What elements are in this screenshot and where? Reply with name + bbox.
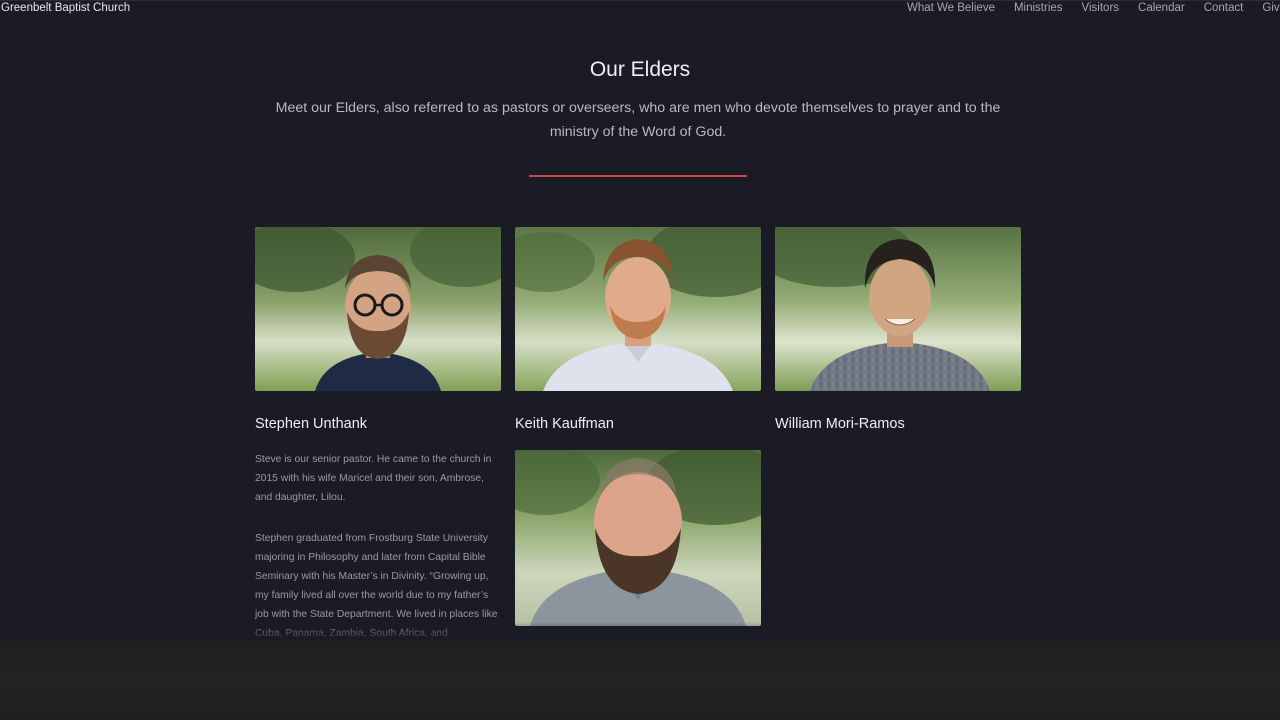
bearded-man-glasses-photo — [255, 227, 501, 391]
nav-calendar[interactable]: Calendar — [1138, 2, 1185, 14]
elder-name-keith: Keith Kauffman — [515, 416, 614, 432]
site-brand-link[interactable]: Greenbelt Baptist Church — [1, 2, 130, 14]
nav-visitors[interactable]: Visitors — [1082, 2, 1120, 14]
elder-photo-stephen — [255, 227, 501, 391]
dark-haired-man-photo — [775, 227, 1021, 391]
nav-contact[interactable]: Contact — [1204, 2, 1244, 14]
elder-bio-paragraph-1: Steve is our senior pastor. He came to t… — [255, 454, 492, 503]
footer-fade — [0, 622, 1280, 640]
footer-band — [0, 640, 1280, 720]
elder-photo-keith — [515, 227, 761, 391]
nav-give[interactable]: Give — [1262, 2, 1280, 14]
red-haired-man-photo — [515, 227, 761, 391]
page-title: Our Elders — [589, 58, 691, 81]
section-divider — [529, 175, 747, 177]
elder-photo-william — [775, 227, 1021, 391]
page-subtitle: Meet our Elders, also referred to as pas… — [275, 100, 1001, 140]
nav-ministries[interactable]: Ministries — [1014, 2, 1063, 14]
top-nav-bar: Greenbelt Baptist Church What We Believe… — [0, 0, 1280, 18]
main-nav: What We Believe Ministries Visitors Cale… — [907, 2, 1280, 14]
elder-name-william: William Mori-Ramos — [775, 416, 905, 432]
elder-name-stephen: Stephen Unthank — [255, 416, 368, 432]
nav-what-we-believe[interactable]: What We Believe — [907, 2, 995, 14]
bearded-man-gray-shirt-photo — [515, 450, 761, 626]
elder-photo-fourth — [515, 450, 761, 626]
